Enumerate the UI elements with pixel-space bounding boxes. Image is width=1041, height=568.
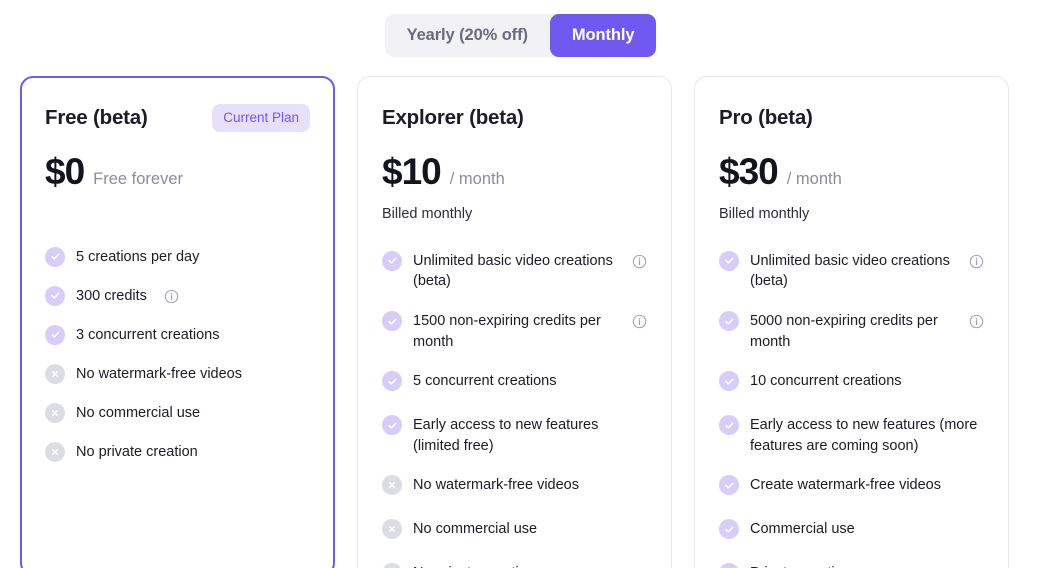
price-suffix: Free forever bbox=[93, 170, 184, 188]
billing-period-toggle[interactable]: Yearly (20% off) Monthly bbox=[384, 14, 657, 57]
plan-name: Explorer (beta) bbox=[382, 106, 524, 129]
info-icon[interactable] bbox=[632, 314, 647, 329]
plan-price: $10 bbox=[382, 151, 442, 192]
feature-label: Create watermark-free videos bbox=[750, 477, 941, 494]
feature-label: No watermark-free videos bbox=[413, 477, 579, 494]
check-circle-icon bbox=[719, 311, 739, 331]
feature-item: 5 concurrent creations bbox=[382, 370, 647, 396]
feature-item: 5000 non-expiring credits per month bbox=[719, 310, 984, 352]
feature-item: Commercial use bbox=[719, 518, 984, 544]
info-icon[interactable] bbox=[632, 254, 647, 269]
cross-circle-icon bbox=[382, 475, 402, 496]
feature-label: Unlimited basic video creations (beta) bbox=[413, 252, 613, 290]
cross-circle-icon bbox=[45, 441, 65, 462]
feature-item: Private creation bbox=[719, 562, 984, 568]
feature-item: No commercial use bbox=[45, 402, 310, 428]
billing-note bbox=[45, 206, 310, 224]
feature-item: No private creation bbox=[382, 562, 647, 568]
check-circle-icon bbox=[382, 250, 402, 271]
feature-item: Unlimited basic video creations (beta) bbox=[382, 250, 647, 292]
plan-name: Pro (beta) bbox=[719, 106, 813, 129]
feature-list: Unlimited basic video creations (beta) 15… bbox=[382, 250, 647, 568]
feature-label: No private creation bbox=[413, 562, 647, 568]
billing-toggle-option-yearly[interactable]: Yearly (20% off) bbox=[385, 14, 550, 57]
feature-label: Commercial use bbox=[750, 521, 855, 538]
plan-price: $0 bbox=[45, 151, 85, 192]
current-plan-badge: Current Plan bbox=[212, 104, 310, 132]
feature-item: No watermark-free videos bbox=[382, 474, 647, 500]
feature-label: 5 concurrent creations bbox=[413, 373, 557, 390]
feature-label: Unlimited basic video creations (beta) bbox=[750, 252, 950, 290]
feature-label: Early access to new features (more featu… bbox=[750, 417, 978, 454]
feature-item: 10 concurrent creations bbox=[719, 370, 984, 396]
cross-circle-icon bbox=[382, 563, 402, 568]
feature-label: 5000 non-expiring credits per month bbox=[750, 313, 938, 350]
check-circle-icon bbox=[382, 371, 402, 392]
check-circle-icon bbox=[719, 250, 739, 271]
pricing-card[interactable]: Explorer (beta) $10 / month Billed monthly U… bbox=[357, 76, 672, 568]
feature-item: 1500 non-expiring credits per month bbox=[382, 310, 647, 352]
check-circle-icon bbox=[719, 371, 739, 392]
plan-price: $30 bbox=[719, 151, 779, 192]
billing-toggle-container: Yearly (20% off) Monthly bbox=[0, 0, 1041, 57]
feature-label: No private creation bbox=[76, 443, 198, 460]
billing-note: Billed monthly bbox=[382, 205, 473, 222]
cross-circle-icon bbox=[45, 402, 65, 423]
pricing-card[interactable]: Free (beta) Current Plan $0 Free forever 5 c… bbox=[20, 76, 335, 568]
billing-note: Billed monthly bbox=[719, 205, 810, 222]
check-circle-icon bbox=[382, 311, 402, 331]
check-circle-icon bbox=[45, 285, 65, 306]
feature-item: 300 credits bbox=[45, 285, 310, 311]
check-circle-icon bbox=[45, 324, 65, 345]
feature-item: 3 concurrent creations bbox=[45, 324, 310, 350]
feature-label: No commercial use bbox=[76, 404, 201, 421]
feature-label: No watermark-free videos bbox=[76, 365, 242, 382]
feature-item: No watermark-free videos bbox=[45, 363, 310, 389]
price-suffix: / month bbox=[449, 170, 505, 188]
feature-label: 5 creations per day bbox=[76, 248, 200, 265]
feature-item: No private creation bbox=[45, 441, 310, 467]
pricing-card[interactable]: Pro (beta) $30 / month Billed monthly Unlimi… bbox=[694, 76, 1009, 568]
price-suffix: / month bbox=[786, 170, 842, 188]
feature-item: Early access to new features (more featu… bbox=[719, 414, 984, 456]
price-row: $0 Free forever bbox=[45, 151, 310, 192]
cross-circle-icon bbox=[382, 519, 402, 540]
feature-label: 300 credits bbox=[76, 287, 147, 304]
feature-item: Early access to new features (limited fr… bbox=[382, 414, 647, 456]
feature-label: No commercial use bbox=[413, 521, 538, 538]
feature-list: Unlimited basic video creations (beta) 50… bbox=[719, 250, 984, 568]
pricing-cards-row: Free (beta) Current Plan $0 Free forever 5 c… bbox=[0, 57, 1041, 568]
feature-item: 5 creations per day bbox=[45, 246, 310, 272]
info-icon[interactable] bbox=[969, 254, 984, 269]
feature-list: 5 creations per day 300 credits 3 concurre… bbox=[45, 246, 310, 467]
check-circle-icon bbox=[719, 475, 739, 496]
check-circle-icon bbox=[45, 246, 65, 267]
card-header: Free (beta) Current Plan bbox=[45, 103, 310, 133]
feature-label: 3 concurrent creations bbox=[76, 326, 220, 343]
feature-item: Unlimited basic video creations (beta) bbox=[719, 250, 984, 292]
price-row: $30 / month bbox=[719, 151, 984, 192]
feature-label: 10 concurrent creations bbox=[750, 373, 902, 390]
feature-label: Private creation bbox=[750, 562, 984, 568]
check-circle-icon bbox=[719, 415, 739, 436]
cross-circle-icon bbox=[45, 363, 65, 384]
check-circle-icon bbox=[382, 415, 402, 436]
feature-item: No commercial use bbox=[382, 518, 647, 544]
card-header: Explorer (beta) bbox=[382, 103, 647, 133]
feature-label: Early access to new features (limited fr… bbox=[413, 417, 599, 454]
price-row: $10 / month bbox=[382, 151, 647, 192]
check-circle-icon bbox=[719, 563, 739, 568]
info-icon[interactable] bbox=[969, 314, 984, 329]
feature-item: Create watermark-free videos bbox=[719, 474, 984, 500]
plan-name: Free (beta) bbox=[45, 106, 148, 129]
billing-toggle-option-monthly[interactable]: Monthly bbox=[549, 14, 657, 57]
feature-label: 1500 non-expiring credits per month bbox=[413, 313, 601, 350]
check-circle-icon bbox=[719, 519, 739, 540]
card-header: Pro (beta) bbox=[719, 103, 984, 133]
info-icon[interactable] bbox=[164, 289, 179, 304]
